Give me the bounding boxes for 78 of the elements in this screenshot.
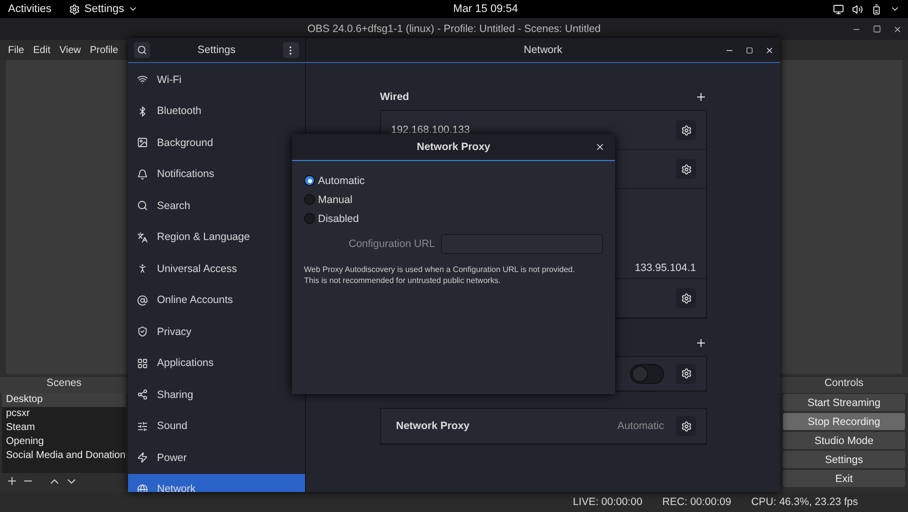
close-icon[interactable] <box>893 24 902 34</box>
control-button[interactable]: Stop Recording <box>783 413 905 430</box>
help-text: Web Proxy Autodiscovery is used when a Configuration URL is not provided. This is not recommended for untrusted public networks. <box>304 264 576 286</box>
sidebar-item[interactable]: Power <box>128 442 305 474</box>
settings-button[interactable] <box>676 159 696 179</box>
ip-address: 192.168.100.133 <box>391 124 470 136</box>
dialog-title: Network Proxy <box>416 141 490 153</box>
field-label: Configuration URL <box>348 238 435 250</box>
gear-icon <box>680 124 692 136</box>
lightning-icon <box>137 452 148 464</box>
person-icon <box>137 263 148 274</box>
bell-icon <box>137 168 148 180</box>
activities-button[interactable]: Activities <box>8 3 52 15</box>
toggle-switch[interactable] <box>630 364 664 384</box>
shield-icon <box>137 326 148 338</box>
dock-title: Scenes <box>0 377 128 393</box>
status-text: REC: 00:00:09 <box>662 496 732 508</box>
page-title: Network <box>524 44 562 56</box>
scene-item[interactable]: Desktop <box>2 393 126 407</box>
sidebar-item[interactable]: Wi-Fi <box>128 64 305 96</box>
sidebar-item[interactable]: Sound <box>128 410 305 442</box>
language-icon <box>137 232 148 243</box>
gear-icon <box>680 164 692 174</box>
search-icon <box>137 45 147 55</box>
control-button[interactable]: Exit <box>783 470 905 487</box>
sidebar-item[interactable]: Bluetooth <box>128 96 305 127</box>
app-menu[interactable]: Settings <box>69 3 138 15</box>
share-icon <box>137 389 148 400</box>
menu-item[interactable]: File <box>8 44 24 56</box>
scene-item[interactable]: Opening <box>2 435 126 449</box>
radio-option[interactable]: Disabled <box>304 211 603 226</box>
search-icon <box>137 200 148 212</box>
control-button[interactable]: Settings <box>783 451 905 468</box>
dns-address: 133.95.104.1 <box>634 262 696 274</box>
sidebar-item[interactable]: Network <box>128 474 305 492</box>
display-icon[interactable] <box>832 4 844 14</box>
picture-frame-icon <box>137 137 148 148</box>
search-button[interactable] <box>134 42 150 58</box>
globe-icon <box>137 484 148 492</box>
window-title: OBS 24.0.6+dfsg1-1 (linux) - Profile: Untitled - Scenes: Untitled <box>307 23 601 35</box>
add-icon[interactable] <box>695 337 707 349</box>
bluetooth-icon <box>137 106 148 117</box>
clock[interactable]: Mar 15 09:54 <box>453 3 518 15</box>
proxy-label: Network Proxy <box>395 420 470 432</box>
menu-item[interactable]: Edit <box>33 44 50 56</box>
gear-icon <box>69 4 80 14</box>
control-button[interactable]: Start Streaming <box>783 394 905 411</box>
add-icon[interactable] <box>6 475 18 487</box>
maximize-icon[interactable] <box>873 25 881 33</box>
menu-item[interactable]: Profile <box>90 44 118 56</box>
settings-button[interactable] <box>676 120 696 140</box>
scene-item[interactable]: Steam <box>2 421 126 435</box>
grid-icon <box>137 358 148 369</box>
control-button[interactable]: Studio Mode <box>783 432 905 449</box>
menu-button[interactable] <box>282 42 299 58</box>
sidebar-title: Settings <box>198 44 236 56</box>
settings-button[interactable] <box>676 364 696 384</box>
radio-option[interactable]: Manual <box>304 192 603 207</box>
gear-icon <box>680 368 692 379</box>
at-sign-icon <box>137 294 148 306</box>
status-text: CPU: 46.3%, 23.23 fps <box>751 496 858 508</box>
dock-title: Controls <box>780 377 908 393</box>
scene-item[interactable]: pcsxr <box>2 407 126 421</box>
close-icon[interactable] <box>595 142 605 152</box>
proxy-value: Automatic <box>617 420 664 432</box>
section-title: Wired <box>380 91 410 103</box>
add-icon[interactable] <box>695 91 707 103</box>
scene-item[interactable]: Social Media and Donation <box>2 449 126 463</box>
gear-icon <box>680 420 692 432</box>
gear-icon <box>680 292 692 304</box>
battery-icon[interactable] <box>870 4 882 14</box>
settings-button[interactable] <box>676 416 696 436</box>
volume-icon[interactable] <box>852 4 863 14</box>
radio-option[interactable]: Automatic <box>304 173 603 188</box>
settings-button[interactable] <box>676 288 696 308</box>
menu-item[interactable]: View <box>59 44 81 56</box>
sliders-icon <box>137 420 148 432</box>
status-text: LIVE: 00:00:00 <box>572 496 642 508</box>
